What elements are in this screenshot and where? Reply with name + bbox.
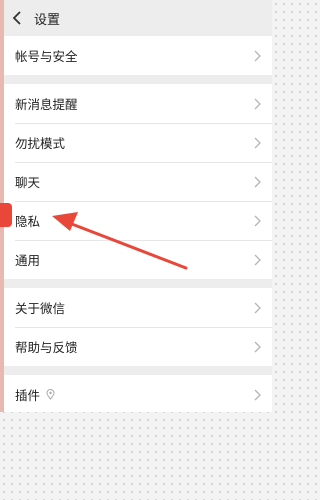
settings-item-plugins[interactable]: 插件 — [4, 375, 272, 412]
settings-item-label: 隐私 — [15, 214, 41, 229]
chevron-right-icon — [254, 176, 262, 188]
settings-item-new-message-alerts[interactable]: 新消息提醒 — [4, 84, 272, 123]
settings-item-label: 通用 — [15, 253, 41, 268]
settings-item-label: 关于微信 — [15, 301, 66, 316]
group-divider — [4, 279, 272, 288]
bottom-edge — [4, 408, 268, 412]
settings-item-privacy[interactable]: 隐私 — [4, 201, 272, 240]
chevron-right-icon — [254, 341, 262, 353]
settings-group-general: 新消息提醒 勿扰模式 聊天 隐私 通用 — [4, 84, 272, 279]
group-divider — [4, 75, 272, 84]
settings-group-account: 帐号与安全 — [4, 36, 272, 75]
settings-item-label: 帮助与反馈 — [15, 340, 78, 355]
header-bar: 设置 — [4, 0, 272, 36]
settings-group-plugins: 插件 — [4, 375, 272, 412]
settings-group-about: 关于微信 帮助与反馈 — [4, 288, 272, 366]
settings-item-help-feedback[interactable]: 帮助与反馈 — [4, 327, 272, 366]
chevron-right-icon — [254, 215, 262, 227]
chevron-right-icon — [254, 50, 262, 62]
settings-screen: 设置 帐号与安全 新消息提醒 勿扰模式 聊天 隐私 通用 关于微信 帮助与反馈 … — [0, 0, 272, 412]
chevron-right-icon — [254, 98, 262, 110]
settings-item-account-security[interactable]: 帐号与安全 — [4, 36, 272, 75]
settings-item-about[interactable]: 关于微信 — [4, 288, 272, 327]
back-chevron-icon[interactable] — [12, 11, 26, 25]
settings-item-chat[interactable]: 聊天 — [4, 162, 272, 201]
chevron-right-icon — [254, 302, 262, 314]
settings-item-label-wrap: 插件 — [15, 385, 55, 404]
settings-item-label: 聊天 — [15, 175, 41, 190]
annotation-marker-tab — [0, 203, 12, 227]
settings-item-label: 帐号与安全 — [15, 49, 78, 64]
chevron-right-icon — [254, 389, 262, 401]
settings-item-general[interactable]: 通用 — [4, 240, 272, 279]
group-divider — [4, 366, 272, 375]
settings-item-label: 勿扰模式 — [15, 136, 66, 151]
location-pin-icon — [46, 389, 55, 400]
settings-item-do-not-disturb[interactable]: 勿扰模式 — [4, 123, 272, 162]
chevron-right-icon — [254, 254, 262, 266]
chevron-right-icon — [254, 137, 262, 149]
settings-item-label: 新消息提醒 — [15, 97, 78, 112]
settings-item-label: 插件 — [15, 388, 41, 403]
page-title: 设置 — [34, 12, 61, 28]
